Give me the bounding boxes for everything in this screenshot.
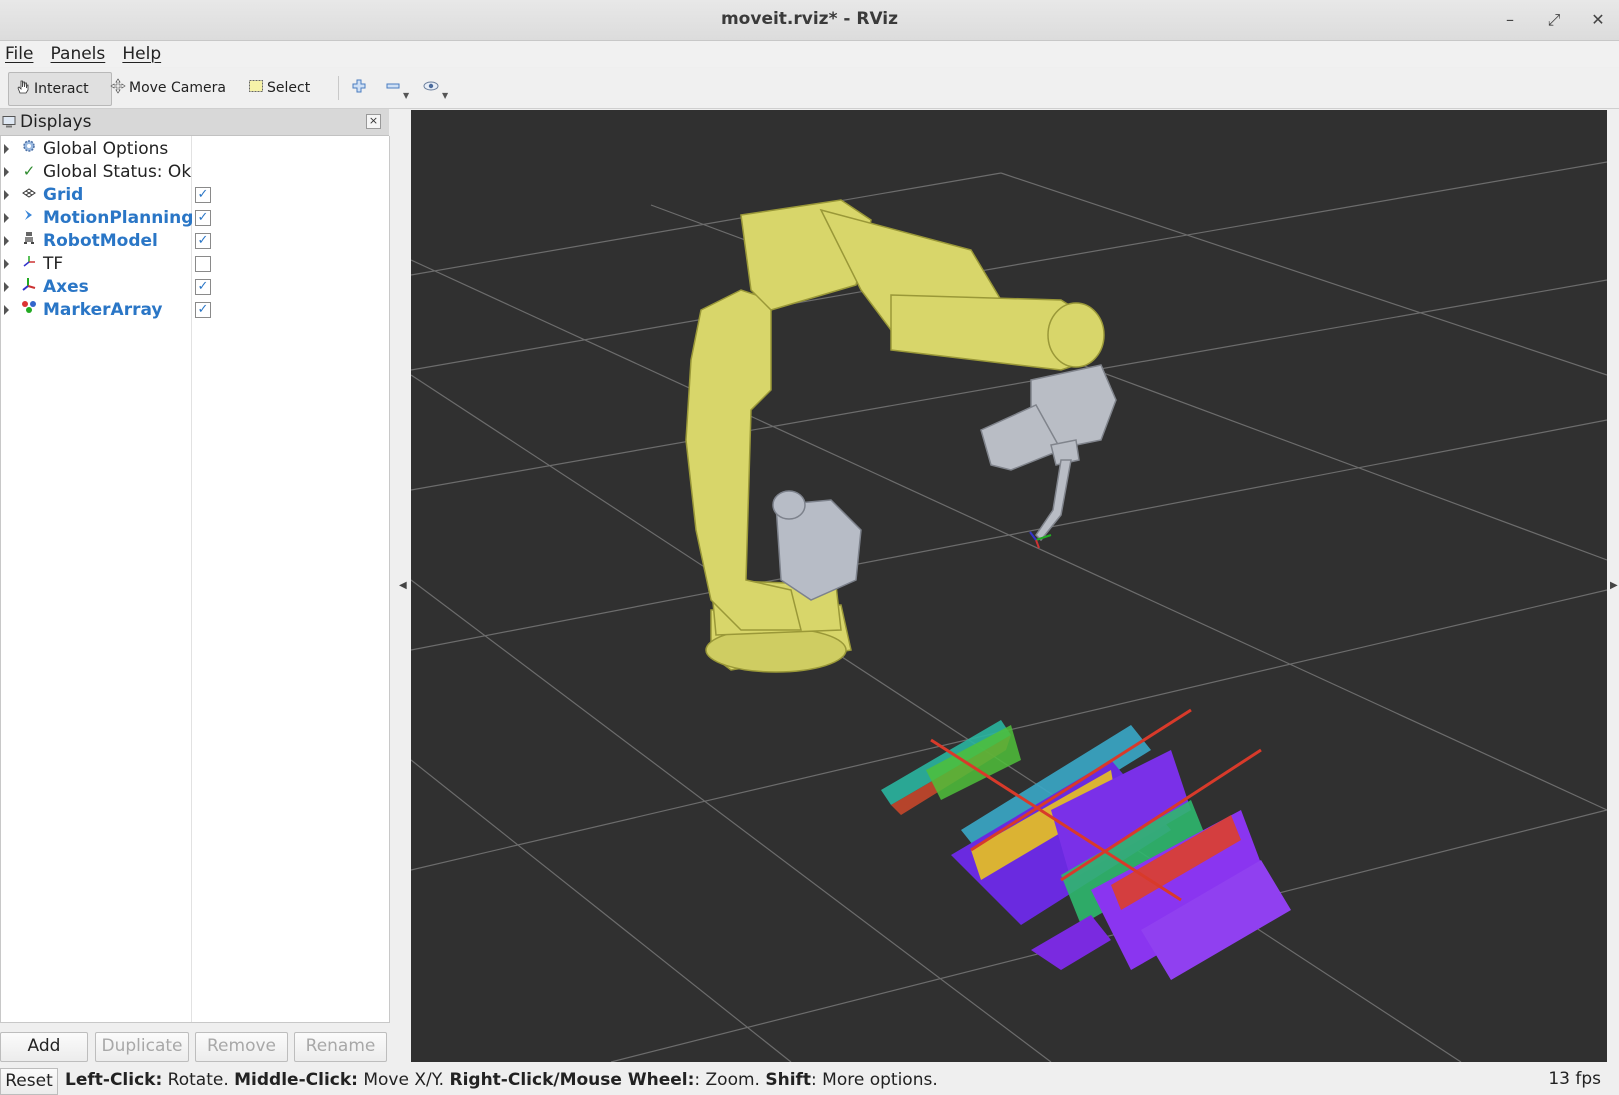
axes-icon xyxy=(20,277,38,295)
rename-button[interactable]: Rename xyxy=(294,1032,387,1062)
robot-model-checkbox[interactable]: ✓ xyxy=(195,233,211,249)
minimize-button[interactable]: – xyxy=(1498,8,1522,32)
displays-panel-title: Displays xyxy=(20,112,92,132)
tree-label: Global Status: Ok xyxy=(43,162,192,182)
axes-checkbox[interactable]: ✓ xyxy=(195,279,211,295)
close-button[interactable]: ✕ xyxy=(1586,8,1610,32)
tree-label: RobotModel xyxy=(43,231,158,251)
tree-label: Global Options xyxy=(43,139,169,159)
menu-help[interactable]: Help xyxy=(117,41,168,64)
scene-render xyxy=(410,161,1608,1063)
expand-arrow-icon[interactable] xyxy=(4,167,9,177)
eye-icon xyxy=(423,79,439,97)
reset-button[interactable]: Reset xyxy=(0,1068,58,1095)
duplicate-button[interactable]: Duplicate xyxy=(95,1032,189,1062)
add-tool-button[interactable] xyxy=(352,72,366,104)
collapse-right-icon[interactable]: ▶ xyxy=(1610,580,1618,591)
point-cloud-marker xyxy=(881,708,1291,980)
plus-icon xyxy=(352,79,366,97)
menu-file[interactable]: File xyxy=(0,41,40,64)
tree-label: Grid xyxy=(43,185,84,205)
focus-tool-button[interactable]: ▼ xyxy=(423,72,448,104)
motion-planning-icon xyxy=(20,208,38,226)
tree-label: Axes xyxy=(43,277,89,297)
displays-tree: Global Options ✓ Global Status: Ok Grid … xyxy=(0,136,390,1023)
remove-button[interactable]: Remove xyxy=(195,1032,288,1062)
chevron-down-icon: ▼ xyxy=(442,90,449,100)
tf-checkbox[interactable] xyxy=(195,256,211,272)
move-camera-tool[interactable]: Move Camera xyxy=(110,72,226,104)
marker-icon xyxy=(20,300,38,318)
select-icon xyxy=(248,78,264,98)
tree-row-tf[interactable]: TF xyxy=(1,253,389,275)
menu-panels[interactable]: Panels xyxy=(46,41,113,64)
expand-arrow-icon[interactable] xyxy=(4,213,9,223)
maximize-button[interactable]: ⤢ xyxy=(1542,8,1566,32)
tree-label: MotionPlanning xyxy=(43,208,194,228)
tree-label: MarkerArray xyxy=(43,300,163,320)
toolbar: Interact Move Camera Select ▼ ▼ xyxy=(0,68,1619,109)
expand-arrow-icon[interactable] xyxy=(4,305,9,315)
move-camera-label: Move Camera xyxy=(129,80,226,96)
tree-row-axes[interactable]: Axes ✓ xyxy=(1,276,389,298)
robot-icon xyxy=(20,231,38,249)
fps-counter: 13 fps xyxy=(1548,1069,1601,1089)
remove-tool-button[interactable]: ▼ xyxy=(386,72,409,104)
welding-torch xyxy=(980,364,1117,542)
gear-icon xyxy=(20,139,38,157)
hand-icon xyxy=(15,79,31,99)
panel-close-button[interactable]: × xyxy=(366,114,381,129)
tree-row-global-options[interactable]: Global Options xyxy=(1,138,389,160)
chevron-down-icon: ▼ xyxy=(403,90,410,100)
window-title: moveit.rviz* - RViz xyxy=(720,9,899,29)
expand-arrow-icon[interactable] xyxy=(4,190,9,200)
select-label: Select xyxy=(267,80,311,96)
tree-row-robot-model[interactable]: RobotModel ✓ xyxy=(1,230,389,252)
tree-label: TF xyxy=(43,254,64,274)
motion-planning-checkbox[interactable]: ✓ xyxy=(195,210,211,226)
expand-arrow-icon[interactable] xyxy=(4,282,9,292)
move-camera-icon xyxy=(110,78,126,98)
select-tool[interactable]: Select xyxy=(248,72,310,104)
displays-panel-header: Displays × xyxy=(0,109,389,136)
tree-row-motion-planning[interactable]: MotionPlanning ✓ xyxy=(1,207,389,229)
menu-bar: File Panels Help xyxy=(0,41,1619,67)
marker-array-checkbox[interactable]: ✓ xyxy=(195,302,211,318)
minus-icon xyxy=(386,79,400,97)
window-titlebar: moveit.rviz* - RViz – ⤢ ✕ xyxy=(0,0,1619,41)
tree-row-grid[interactable]: Grid ✓ xyxy=(1,184,389,206)
tree-row-marker-array[interactable]: MarkerArray ✓ xyxy=(1,299,389,321)
expand-arrow-icon[interactable] xyxy=(4,144,9,154)
grid-checkbox[interactable]: ✓ xyxy=(195,187,211,203)
check-icon: ✓ xyxy=(22,162,36,180)
add-button[interactable]: Add xyxy=(0,1032,88,1062)
monitor-icon xyxy=(2,114,16,133)
robot-motor xyxy=(772,490,862,601)
ground-grid xyxy=(410,161,1608,1063)
toolbar-separator xyxy=(338,76,339,100)
grid-icon xyxy=(20,185,38,203)
expand-arrow-icon[interactable] xyxy=(4,259,9,269)
render-viewport[interactable] xyxy=(410,110,1608,1063)
status-help-text: Left-Click: Rotate. Middle-Click: Move X… xyxy=(65,1070,938,1090)
expand-arrow-icon[interactable] xyxy=(4,236,9,246)
interact-tool[interactable]: Interact xyxy=(8,72,112,106)
tf-icon xyxy=(20,254,38,272)
status-bar: Reset Left-Click: Rotate. Middle-Click: … xyxy=(0,1066,1619,1095)
interact-label: Interact xyxy=(34,81,89,97)
tree-row-global-status[interactable]: ✓ Global Status: Ok xyxy=(1,161,389,183)
collapse-left-icon[interactable]: ◀ xyxy=(399,580,407,591)
